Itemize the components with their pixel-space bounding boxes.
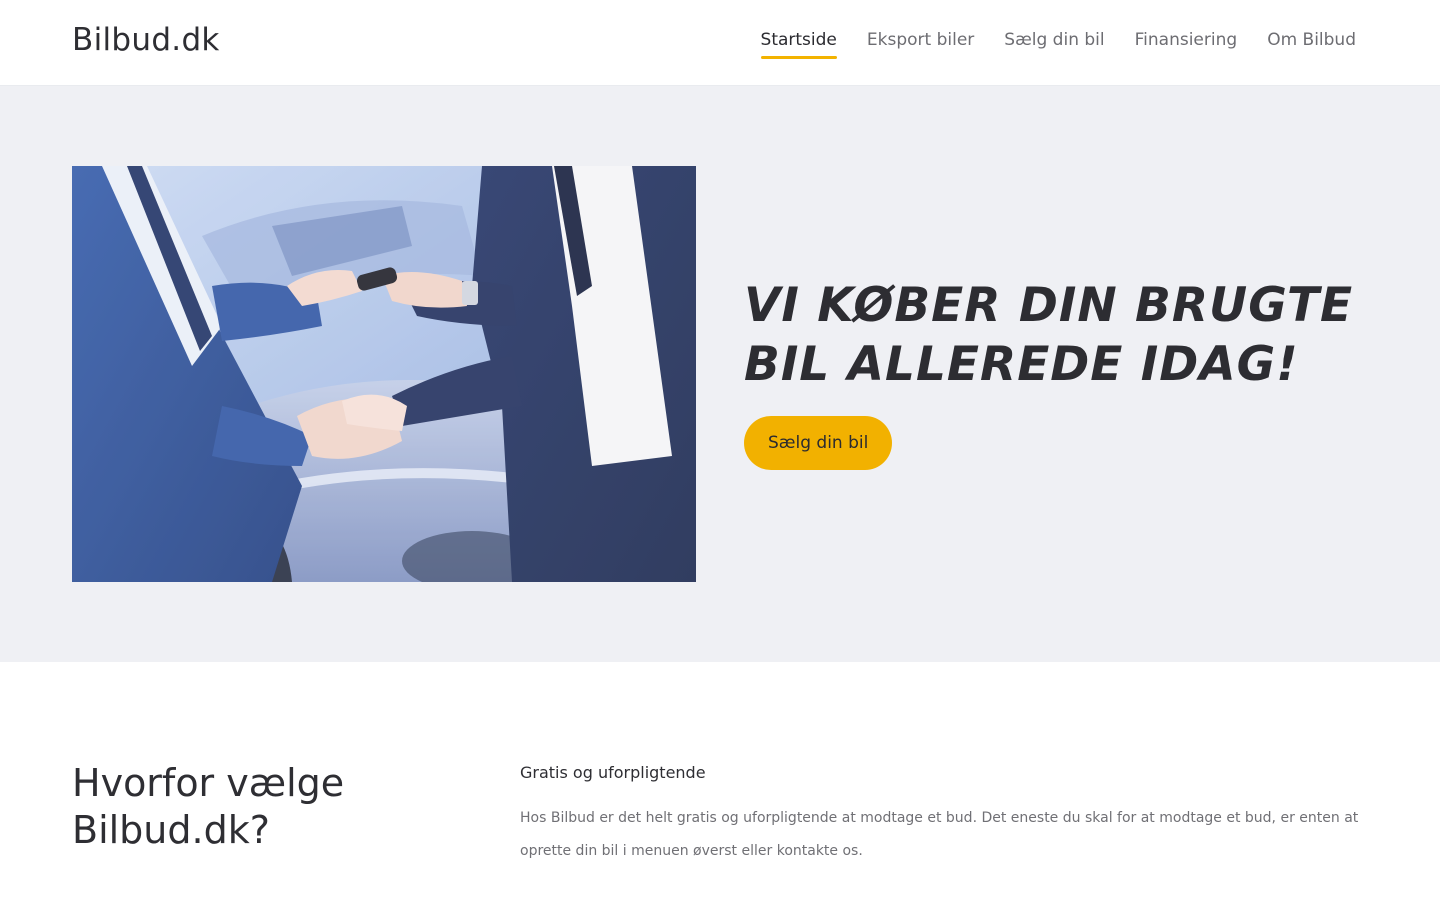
feature-body: Hos Bilbud er det helt gratis og uforpli… bbox=[520, 810, 1359, 859]
nav-item-startside[interactable]: Startside bbox=[760, 30, 838, 59]
nav-item-om-bilbud[interactable]: Om Bilbud bbox=[1267, 30, 1356, 58]
nav-item-saelg-din-bil[interactable]: Sælg din bil bbox=[1004, 30, 1104, 58]
hero-title: VI KØBER DIN BRUGTE BIL ALLEREDE IDAG! bbox=[744, 278, 1354, 392]
sell-car-button[interactable]: Sælg din bil bbox=[744, 416, 893, 470]
nav-item-finansiering[interactable]: Finansiering bbox=[1135, 30, 1238, 58]
hero-image bbox=[72, 166, 696, 582]
site-header: Bilbud.dk Startside Eksport biler Sælg d… bbox=[0, 0, 1440, 86]
site-logo[interactable]: Bilbud.dk bbox=[72, 22, 220, 58]
hero-section: VI KØBER DIN BRUGTE BIL ALLEREDE IDAG! S… bbox=[0, 86, 1440, 662]
main-nav: Startside Eksport biler Sælg din bil Fin… bbox=[760, 30, 1356, 59]
nav-item-eksport-biler[interactable]: Eksport biler bbox=[867, 30, 974, 58]
why-title: Hvorfor vælge Bilbud.dk? bbox=[72, 761, 345, 852]
handshake-photo bbox=[72, 166, 696, 582]
feature-heading: Gratis og uforpligtende bbox=[520, 763, 706, 782]
